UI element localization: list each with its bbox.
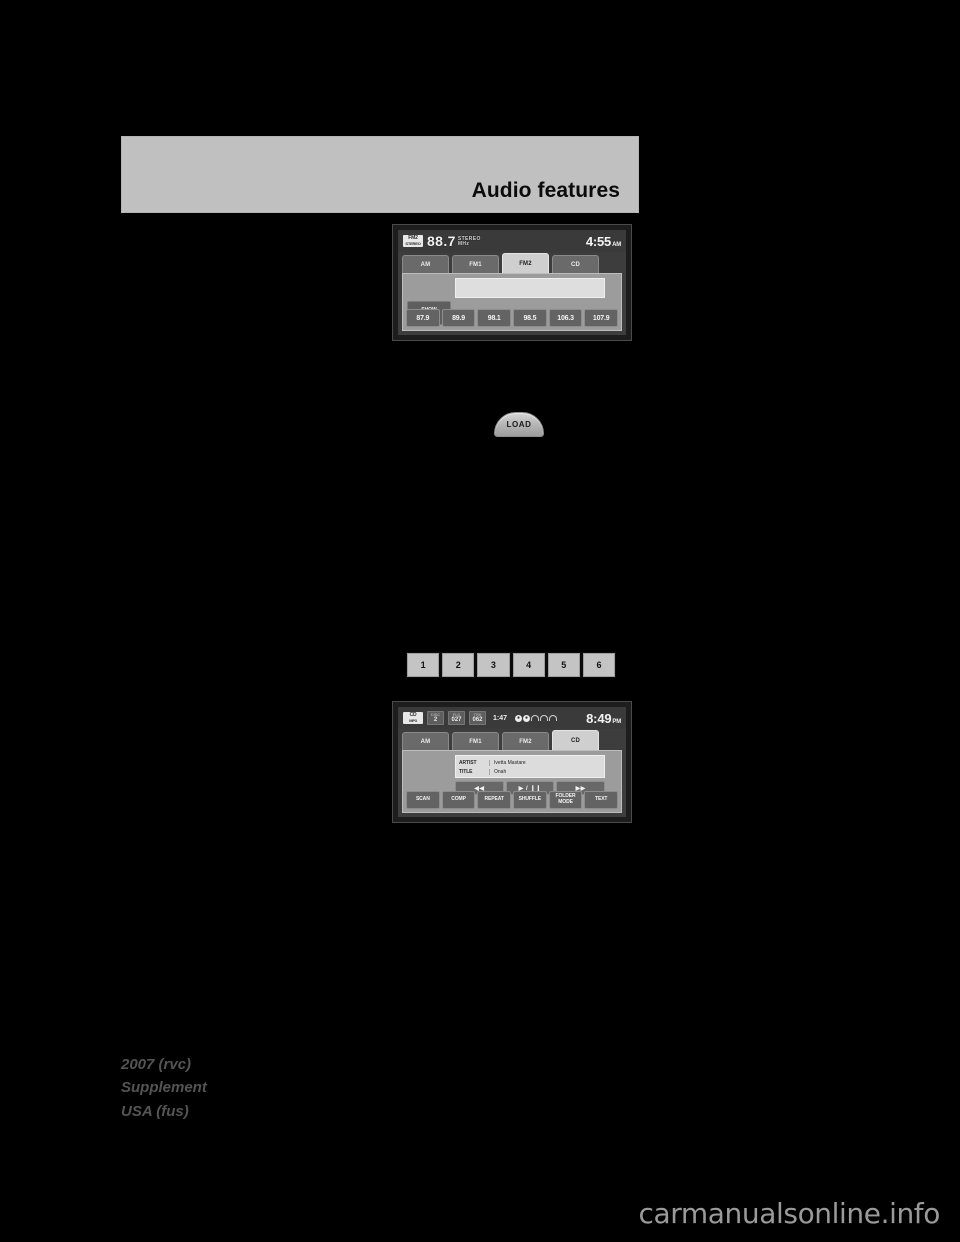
cd-disc-indicator: DISC 2 [427, 710, 444, 726]
cd-disc-value: 2 [433, 716, 438, 723]
page-title: Audio features [471, 179, 620, 202]
cd-tab-cd-label: CD [570, 737, 581, 744]
tab-cd-label: CD [570, 261, 581, 268]
disc-icon: ● [515, 714, 523, 722]
cd-artist-value: Ivetta Mastare [489, 759, 601, 766]
radio-band-badge: FM2 STEREO [403, 235, 423, 247]
cd-tab-fm1-label: FM1 [469, 738, 482, 745]
cd-elapsed-time: 1:47 [493, 714, 508, 722]
preset-button-3[interactable]: 98.1 [477, 309, 512, 327]
cd-disc-icon-cluster: ● ● [515, 714, 558, 722]
site-watermark: carmanualsonline.info [638, 1197, 941, 1230]
radio-preset-row: 87.9 89.9 98.1 98.5 106.3 107.9 [406, 309, 619, 327]
cd-main-panel: ARTIST Ivetta Mastare TITLE Onah ◀◀ ▶ / … [402, 750, 622, 813]
radio-head-unit: FM2 STEREO 88.7 STEREO MHz 4:55AM AM FM1 F… [398, 230, 626, 335]
shuffle-button[interactable]: SHUFFLE [513, 791, 547, 809]
load-button-label: LOAD [506, 420, 532, 429]
radio-frequency: 88.7 STEREO MHz [427, 233, 481, 249]
load-button[interactable]: LOAD [494, 412, 544, 437]
number-key-3[interactable]: 3 [477, 653, 510, 677]
radio-screen-illustration: FM2 STEREO 88.7 STEREO MHz 4:55AM AM FM1 F… [392, 224, 632, 341]
number-key-5[interactable]: 5 [547, 653, 580, 677]
cd-head-unit: CD MP3 DISC 2 FLD 027 TRK 062 1:47 ● ● 8… [398, 707, 626, 817]
preset-button-6[interactable]: 107.9 [584, 309, 619, 327]
radio-tab-bar: AM FM1 FM2 CD [398, 252, 626, 273]
radio-clock-ampm: AM [612, 241, 621, 248]
radio-clock-time: 4:55 [585, 233, 612, 249]
disc-slot-arc-icon-2 [540, 715, 549, 721]
scan-button-label: SCAN [415, 796, 430, 803]
footer-line-year: 2007 (rvc) [121, 1056, 192, 1073]
cd-clock: 8:49PM [586, 711, 621, 726]
cd-tab-fm2[interactable]: FM2 [502, 732, 549, 750]
radio-clock: 4:55AM [586, 234, 621, 249]
cd-track-value: 062 [472, 716, 483, 723]
cd-artist-label: ARTIST [459, 759, 477, 766]
cd-function-row: SCAN COMP REPEAT SHUFFLE FOLDER MODE TEX… [406, 791, 619, 809]
footer-line-supplement: Supplement [121, 1079, 207, 1097]
preset-button-5[interactable]: 106.3 [548, 309, 583, 327]
preset-button-4[interactable]: 98.5 [513, 309, 547, 327]
folder-mode-button[interactable]: FOLDER MODE [548, 791, 583, 809]
folder-icon: ● [523, 714, 531, 722]
text-button[interactable]: TEXT [584, 791, 619, 809]
radio-frequency-value: 88.7 [427, 233, 456, 249]
disc-slot-arc-icon-3 [549, 715, 558, 721]
cd-mode-badge-line2: MP3 [409, 717, 417, 723]
repeat-button[interactable]: REPEAT [477, 791, 512, 809]
cd-mode-badge: CD MP3 [403, 712, 423, 724]
tab-am[interactable]: AM [402, 255, 449, 273]
cd-status-bar: CD MP3 DISC 2 FLD 027 TRK 062 1:47 ● ● 8… [398, 707, 626, 729]
cd-tab-am-label: AM [420, 738, 431, 745]
cd-folder-value: 027 [451, 716, 462, 723]
tab-fm2[interactable]: FM2 [502, 253, 549, 273]
cd-tab-fm2-label: FM2 [519, 738, 532, 745]
number-key-4[interactable]: 4 [512, 653, 545, 677]
radio-band-badge-line2: STEREO [405, 240, 421, 246]
disc-slot-arc-icon-1 [531, 715, 540, 721]
cd-title-value: Onah [489, 768, 601, 775]
page-footer: 2007 (rvc) Supplement USA (fus) [121, 1053, 207, 1123]
comp-button[interactable]: COMP [441, 791, 476, 809]
cd-tab-cd[interactable]: CD [552, 730, 599, 750]
tab-fm2-label: FM2 [519, 260, 532, 267]
shuffle-button-label: SHUFFLE [518, 796, 542, 803]
preset-button-2[interactable]: 89.9 [441, 309, 476, 327]
page-header-band: Audio features [121, 136, 639, 213]
tab-fm1-label: FM1 [469, 261, 482, 268]
numbered-preset-keys-illustration: 1 2 3 4 5 6 [406, 652, 616, 678]
radio-frequency-unit: STEREO MHz [457, 236, 481, 248]
number-key-1[interactable]: 1 [407, 653, 440, 677]
number-key-6[interactable]: 6 [582, 653, 616, 677]
preset-button-1[interactable]: 87.9 [406, 309, 440, 327]
cd-title-label: TITLE [459, 768, 473, 775]
radio-main-panel: SHOW OPTIONS 87.9 89.9 98.1 98.5 106.3 1… [402, 273, 622, 331]
cd-tab-bar: AM FM1 FM2 CD [398, 729, 626, 750]
cd-track-info-display: ARTIST Ivetta Mastare TITLE Onah [455, 755, 605, 778]
cd-artist-row: ARTIST Ivetta Mastare [459, 758, 601, 767]
text-button-label: TEXT [595, 796, 608, 803]
cd-screen-illustration: CD MP3 DISC 2 FLD 027 TRK 062 1:47 ● ● 8… [392, 701, 632, 823]
cd-clock-time: 8:49 [586, 710, 612, 726]
tab-am-label: AM [420, 261, 431, 268]
cd-tab-fm1[interactable]: FM1 [452, 732, 499, 750]
comp-button-label: COMP [451, 796, 466, 803]
tab-cd[interactable]: CD [552, 255, 599, 273]
cd-track-indicator: TRK 062 [469, 710, 486, 726]
folder-mode-button-line2: MODE [558, 799, 573, 805]
tab-fm1[interactable]: FM1 [452, 255, 499, 273]
load-button-illustration: LOAD [492, 406, 546, 443]
footer-line-market: USA (fus) [121, 1102, 189, 1120]
cd-title-row: TITLE Onah [459, 767, 601, 776]
cd-folder-indicator: FLD 027 [448, 710, 465, 726]
cd-tab-am[interactable]: AM [402, 732, 449, 750]
number-key-2[interactable]: 2 [442, 653, 475, 677]
repeat-button-label: REPEAT [484, 796, 504, 803]
radio-unit-line2: MHz [457, 241, 470, 248]
radio-status-bar: FM2 STEREO 88.7 STEREO MHz 4:55AM [398, 230, 626, 252]
radio-text-display [455, 278, 605, 298]
cd-clock-ampm: PM [612, 718, 621, 725]
scan-button[interactable]: SCAN [406, 791, 440, 809]
